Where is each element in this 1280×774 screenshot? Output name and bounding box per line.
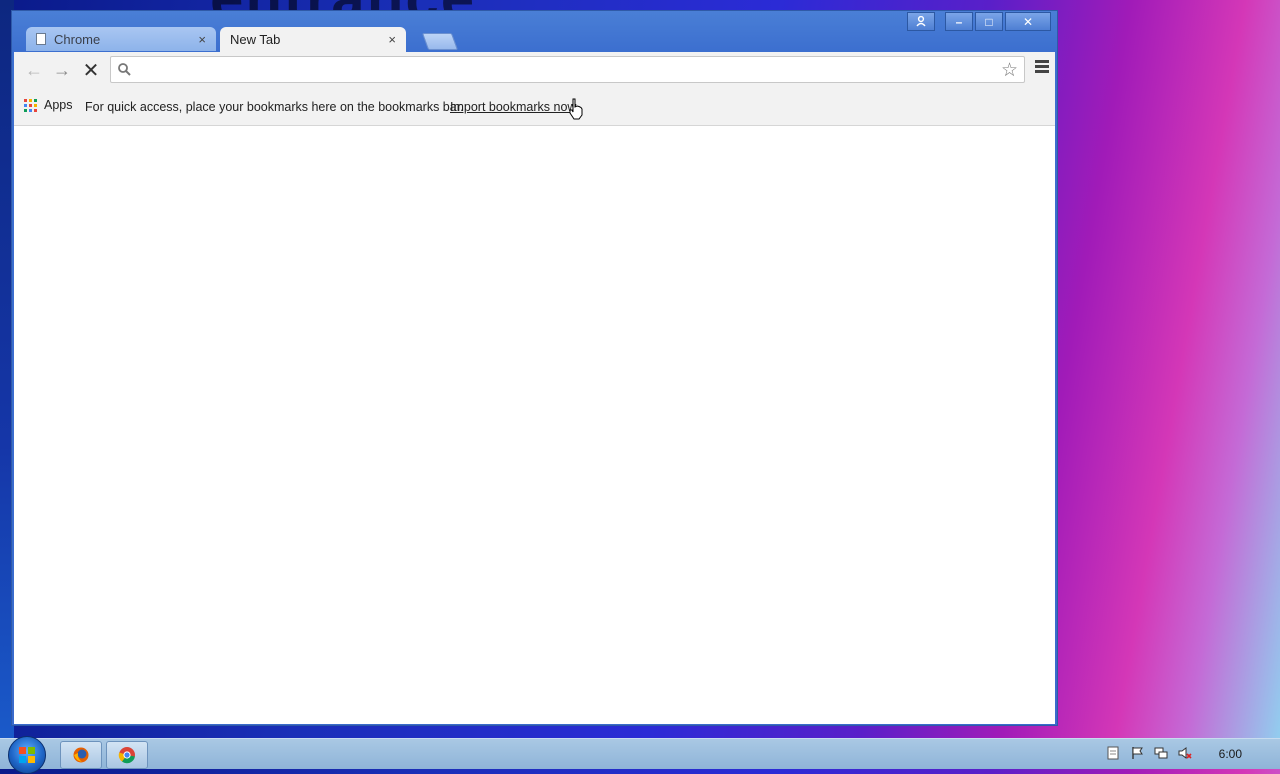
tab-close-icon[interactable]: × xyxy=(198,32,206,47)
hand-cursor-icon xyxy=(569,98,583,120)
page-icon xyxy=(36,33,46,45)
volume-muted-icon[interactable] xyxy=(1178,746,1192,760)
back-button[interactable]: ← xyxy=(22,58,46,82)
minimize-button[interactable]: – xyxy=(945,12,973,31)
apps-label: Apps xyxy=(44,98,73,112)
close-window-button[interactable]: ✕ xyxy=(1005,12,1051,31)
apps-shortcut[interactable]: Apps xyxy=(24,98,73,112)
forward-arrow-icon: → xyxy=(53,59,71,80)
new-tab-button[interactable] xyxy=(421,33,459,50)
apps-grid-icon xyxy=(24,98,37,112)
profile-button[interactable] xyxy=(907,12,935,31)
network-icon[interactable] xyxy=(1154,746,1168,760)
tab-close-icon[interactable]: × xyxy=(388,32,396,47)
minimize-icon: – xyxy=(955,14,963,29)
menu-button[interactable] xyxy=(1035,60,1049,75)
windows-logo-icon xyxy=(19,747,35,763)
window-controls: – □ ✕ xyxy=(905,12,1051,31)
stop-icon: ✕ xyxy=(82,59,100,82)
bookmarks-bar: Apps For quick access, place your bookma… xyxy=(14,88,1055,126)
tab-title: New Tab xyxy=(230,32,281,47)
toolbar: ← → ✕ ☆ xyxy=(14,52,1055,88)
system-tray xyxy=(1106,746,1192,760)
tab-strip: Chrome × New Tab × xyxy=(22,27,522,53)
address-input[interactable] xyxy=(139,59,993,81)
chrome-icon xyxy=(118,747,135,764)
document-icon[interactable] xyxy=(1106,746,1120,760)
search-icon xyxy=(118,63,131,76)
tab-chrome[interactable]: Chrome × xyxy=(26,27,216,51)
firefox-icon xyxy=(73,747,89,763)
close-icon: ✕ xyxy=(1022,14,1034,29)
taskbar-clock[interactable]: 6:00 xyxy=(1219,747,1242,761)
forward-button[interactable]: → xyxy=(50,58,74,82)
chrome-window: – □ ✕ Chrome × New Tab × ← → ✕ ☆ Apps Fo… xyxy=(11,10,1058,726)
taskbar-chrome[interactable] xyxy=(106,741,148,769)
bookmark-star-icon[interactable]: ☆ xyxy=(1001,59,1018,82)
hamburger-line xyxy=(1035,65,1049,68)
bookmarks-bar-message: For quick access, place your bookmarks h… xyxy=(85,100,464,114)
hamburger-line xyxy=(1035,60,1049,63)
hamburger-line xyxy=(1035,70,1049,73)
start-button[interactable] xyxy=(8,736,46,774)
import-bookmarks-link[interactable]: Import bookmarks now xyxy=(450,100,576,114)
tab-new-tab[interactable]: New Tab × xyxy=(220,27,406,52)
maximize-button[interactable]: □ xyxy=(975,12,1003,31)
action-center-flag-icon[interactable] xyxy=(1130,746,1144,760)
back-arrow-icon: ← xyxy=(25,59,43,80)
maximize-icon: □ xyxy=(985,14,993,29)
stop-button[interactable]: ✕ xyxy=(79,58,103,82)
page-content xyxy=(14,126,1055,724)
taskbar-firefox[interactable] xyxy=(60,741,102,769)
profile-icon xyxy=(916,16,926,27)
tab-title: Chrome xyxy=(54,31,101,47)
omnibox[interactable]: ☆ xyxy=(110,56,1025,83)
taskbar: 6:00 xyxy=(0,736,1280,774)
